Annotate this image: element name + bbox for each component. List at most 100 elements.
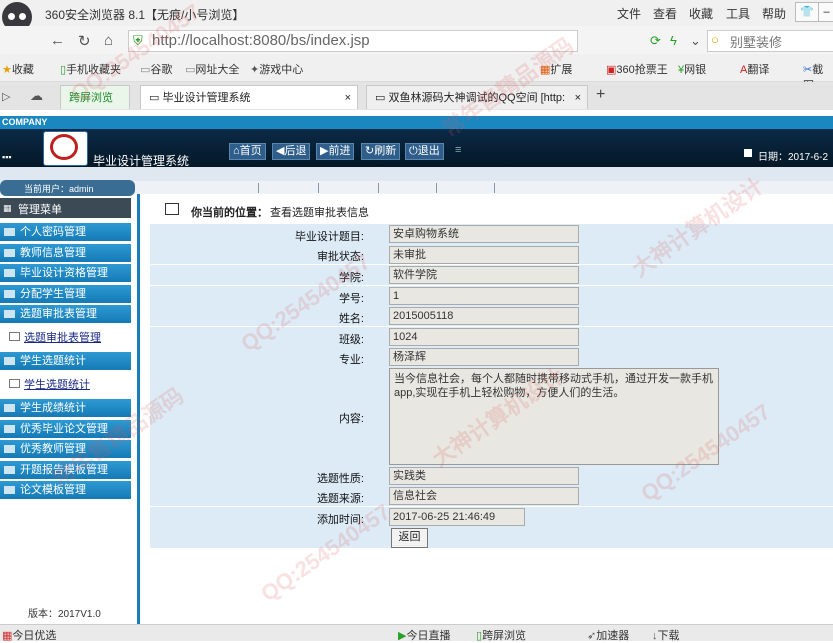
- minimize-icon[interactable]: –: [818, 2, 833, 22]
- back-button[interactable]: 返回: [391, 528, 428, 548]
- tab-active[interactable]: ▭ 毕业设计管理系统 ×: [140, 85, 358, 109]
- bookmark-google[interactable]: ▭谷歌: [140, 61, 172, 77]
- sidebar-item-teachers[interactable]: 教师信息管理: [0, 244, 131, 262]
- menu-file[interactable]: 文件: [617, 5, 641, 22]
- home-icon: ⌂: [233, 145, 240, 157]
- status-download[interactable]: ↓下载: [652, 627, 680, 643]
- star-icon: ★: [2, 64, 12, 76]
- power-icon: ⏻: [409, 145, 418, 157]
- bookmarks-bar: [0, 54, 833, 82]
- tab-cross-screen[interactable]: 跨屏浏览: [60, 85, 130, 109]
- page-icon: ▭: [185, 64, 196, 76]
- status-field: 未审批: [389, 246, 579, 264]
- menu-favorites[interactable]: 收藏: [689, 5, 713, 22]
- field-label: 学院:: [338, 272, 364, 284]
- status-cross-screen[interactable]: ▯跨屏浏览: [476, 627, 526, 643]
- field-label: 学号:: [338, 293, 364, 305]
- field-label: 选题来源:: [316, 493, 364, 505]
- status-accelerator[interactable]: ➶加速器: [587, 627, 629, 643]
- nav-home-button[interactable]: ⌂首页: [229, 143, 266, 160]
- page-icon: ▭: [375, 92, 389, 104]
- sidebar-subitem-approval[interactable]: 选题审批表管理: [8, 329, 101, 345]
- content-textarea: 当今信息社会，每个人都随时携带移动式手机，通过开发一款手机app,实现在手机上轻…: [389, 368, 719, 465]
- close-icon[interactable]: ×: [575, 86, 581, 110]
- date-label: 日期：2017-6-2: [758, 152, 829, 163]
- menu-tools[interactable]: 工具: [726, 5, 750, 22]
- sidebar-item-papers[interactable]: 优秀毕业论文管理: [0, 420, 131, 438]
- sidebar-subitem-selection-stats[interactable]: 学生选题统计: [8, 376, 90, 392]
- student-id-field: 1: [389, 287, 579, 305]
- sidebar-item-approval[interactable]: 选题审批表管理: [0, 305, 131, 323]
- refresh-icon[interactable]: ↻: [78, 32, 91, 50]
- page-icon: ▭: [149, 92, 163, 104]
- nav-forward-button[interactable]: ▶前进: [316, 143, 355, 160]
- search-placeholder: 别墅装修: [730, 35, 783, 50]
- scissors-icon: ✂: [803, 64, 813, 76]
- sidebar-item-qualification[interactable]: 毕业设计资格管理: [0, 264, 131, 282]
- nav-logout-button[interactable]: ⏻退出: [405, 143, 444, 160]
- divider: [378, 183, 379, 193]
- field-label: 毕业设计题目:: [294, 231, 364, 243]
- compat-icon[interactable]: ⟳: [650, 33, 661, 49]
- menu-title: 管理菜单: [18, 204, 62, 216]
- college-field: 软件学院: [389, 266, 579, 284]
- home-icon[interactable]: ⌂: [104, 32, 113, 49]
- close-icon[interactable]: ×: [345, 86, 351, 110]
- grid-icon: ▦: [540, 64, 551, 76]
- menu-view[interactable]: 查看: [653, 5, 677, 22]
- menu-help[interactable]: 帮助: [762, 5, 786, 22]
- tab-qq-space[interactable]: ▭ 双鱼林源码大神调试的QQ空间 [http: ×: [366, 85, 588, 109]
- extensions-button[interactable]: ▦扩展: [540, 61, 572, 77]
- skin-icon[interactable]: 👕: [795, 2, 819, 22]
- added-time-field: 2017-06-25 21:46:49: [389, 508, 525, 526]
- status-live[interactable]: ▶今日直播: [398, 627, 450, 643]
- back-arrow-icon[interactable]: ←: [50, 32, 65, 49]
- sidebar-item-assign[interactable]: 分配学生管理: [0, 285, 131, 303]
- shield-icon: ⛨: [133, 33, 143, 48]
- new-tab-icon[interactable]: +: [596, 86, 605, 104]
- browser-title: 360安全浏览器 8.1【无痕/小号浏览】: [45, 8, 245, 22]
- speed-icon[interactable]: ϟ: [670, 33, 677, 48]
- sidebar-item-excellent-teachers[interactable]: 优秀教师管理: [0, 440, 131, 458]
- status-today-picks[interactable]: ▦今日优选: [2, 627, 56, 643]
- bookmark-mobile[interactable]: ▯手机收藏夹: [60, 61, 121, 77]
- topic-source-field: 信息社会: [389, 487, 579, 505]
- location-label: 你当前的位置：: [191, 207, 268, 219]
- logo-ring-icon: [50, 134, 78, 160]
- sidebar-item-scores[interactable]: 学生成绩统计: [0, 399, 131, 417]
- sidebar-item-selection-stats[interactable]: 学生选题统计: [0, 352, 131, 370]
- sidebar-toggle-icon[interactable]: ▷: [2, 90, 10, 103]
- divider: [318, 183, 319, 193]
- translate-button[interactable]: A翻译: [740, 61, 769, 77]
- ticket-button[interactable]: ▣360抢票王: [606, 61, 668, 77]
- field-label: 专业:: [338, 354, 364, 366]
- chevron-down-icon[interactable]: ⌄: [690, 33, 701, 49]
- form-row: [150, 527, 833, 548]
- sidebar-item-proposal-template[interactable]: 开题报告模板管理: [0, 461, 131, 479]
- topic-type-field: 实践类: [389, 467, 579, 485]
- cloud-icon[interactable]: ☁: [30, 88, 43, 104]
- menu-grid-icon: ▦: [3, 203, 12, 213]
- bookmark-games[interactable]: ✦游戏中心: [250, 61, 303, 77]
- nav-back-button[interactable]: ◀后退: [272, 143, 311, 160]
- ticket-icon: ▣: [606, 64, 617, 76]
- nav-refresh-button[interactable]: ↻刷新: [361, 143, 401, 160]
- sidebar-item-password[interactable]: 个人密码管理: [0, 223, 131, 241]
- toolbar-row: [0, 167, 833, 181]
- field-label: 选题性质:: [316, 473, 364, 485]
- name-field: 2015005118: [389, 307, 579, 325]
- field-label: 姓名:: [338, 313, 364, 325]
- divider: [436, 183, 437, 193]
- window-icon: [165, 203, 179, 215]
- bank-button[interactable]: ¥网银: [678, 61, 706, 77]
- grip-icon: ≡: [455, 144, 462, 156]
- bookmark-favorites[interactable]: ★收藏: [2, 61, 34, 77]
- bookmark-sites[interactable]: ▭网址大全: [185, 61, 239, 77]
- company-bar: [0, 116, 833, 129]
- divider: [494, 183, 495, 193]
- sidebar-item-thesis-template[interactable]: 论文模板管理: [0, 481, 131, 499]
- search-icon: ○: [711, 32, 719, 47]
- field-label: 添加时间:: [316, 514, 364, 526]
- company-label: COMPANY: [2, 117, 48, 127]
- field-label: 班级:: [338, 334, 364, 346]
